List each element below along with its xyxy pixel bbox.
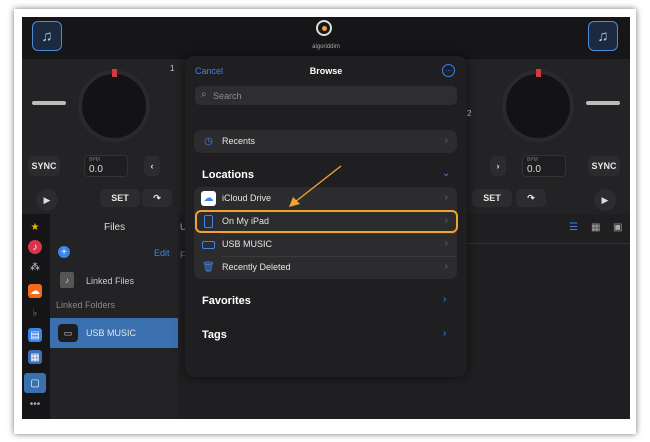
location-label: USB MUSIC — [222, 239, 273, 249]
chevron-right-icon[interactable]: › — [443, 328, 446, 339]
chevron-right-icon: › — [444, 192, 448, 203]
right-music-button[interactable]: ♫ — [588, 21, 618, 51]
play-icon: ▶ — [601, 194, 609, 205]
record-logo-icon — [316, 20, 332, 36]
star-icon[interactable]: ★ — [28, 220, 42, 234]
chevron-right-icon: › — [444, 135, 448, 146]
files-header: Files — [104, 222, 126, 233]
annotation-arrow-icon — [289, 165, 342, 207]
search-icon: ⌕ — [201, 89, 207, 100]
files-pane: Files + Edit ♪ Linked Files Linked Folde… — [50, 214, 178, 419]
left-play-button[interactable]: ▶ — [36, 189, 58, 211]
add-icon[interactable]: + — [58, 246, 70, 258]
folder-source-icon[interactable]: ▢ — [24, 373, 46, 393]
search-field[interactable]: ⌕ Search — [195, 86, 457, 105]
clock-icon: ◷ — [204, 136, 213, 147]
right-platter-marker — [536, 69, 541, 77]
favorites-header[interactable]: Favorites — [202, 295, 251, 307]
linked-folders-header: Linked Folders — [56, 300, 116, 310]
drive-icon — [201, 237, 216, 252]
chevron-left-icon: ‹ — [150, 161, 154, 171]
right-bpm-display: BPM 0.0 — [522, 155, 566, 177]
chevron-right-icon: › — [444, 238, 448, 249]
video-icon[interactable]: ▦ — [28, 350, 42, 364]
play-icon: ▶ — [43, 194, 51, 205]
right-nudge-forward-button[interactable]: › — [490, 156, 506, 176]
chevron-right-icon: › — [496, 161, 500, 171]
panel-view-icon[interactable]: ▣ — [613, 222, 622, 233]
beatport-icon[interactable]: ♭ — [28, 306, 42, 320]
right-bpm-label: BPM — [527, 157, 538, 163]
library-divider — [468, 243, 630, 244]
right-sync-button[interactable]: SYNC — [588, 156, 620, 176]
left-platter-marker — [112, 69, 117, 77]
left-nudge-back-button[interactable]: ‹ — [144, 156, 160, 176]
right-pitch-slider[interactable] — [586, 101, 620, 105]
files-app-icon[interactable]: ▤ — [28, 328, 42, 342]
left-bpm-label: BPM — [89, 157, 100, 163]
more-icon[interactable]: ••• — [28, 397, 42, 411]
folder-icon: ▭ — [58, 324, 78, 342]
sheet-title: Browse — [309, 66, 343, 76]
ipad-screen: ♫ ♫ algoriddim 1 SYNC BPM 0.0 ‹ ▶ SET ↷ … — [22, 17, 630, 419]
left-music-button[interactable]: ♫ — [32, 21, 62, 51]
search-placeholder: Search — [213, 91, 242, 101]
location-label: iCloud Drive — [222, 193, 272, 203]
list-view-icon[interactable]: ☰ — [569, 222, 578, 233]
left-pitch-marker: 1 — [170, 64, 175, 73]
location-label: Recently Deleted — [222, 262, 291, 272]
left-bpm-value: 0.0 — [89, 164, 103, 175]
sheet-header: Cancel Browse ⋯ — [185, 56, 467, 86]
chevron-right-icon: › — [444, 261, 448, 272]
redo-arrow-icon: ↷ — [153, 192, 161, 203]
left-platter[interactable] — [78, 70, 150, 142]
tidal-icon[interactable]: ⁂ — [28, 260, 42, 274]
left-set-button[interactable]: SET — [100, 189, 140, 207]
music-app-icon[interactable]: ♪ — [28, 240, 42, 254]
music-note-icon: ♫ — [41, 27, 53, 45]
brand-logo-text: algoriddim — [312, 44, 340, 50]
left-pitch-slider[interactable] — [32, 101, 66, 105]
left-bpm-display: BPM 0.0 — [84, 155, 128, 177]
left-sync-button[interactable]: SYNC — [28, 156, 60, 176]
location-row-deleted[interactable]: 🗑︎ Recently Deleted › — [194, 256, 457, 279]
edit-button[interactable]: Edit — [154, 248, 170, 258]
cloud-icon: ☁ — [201, 191, 216, 206]
grid-view-icon[interactable]: ▦ — [591, 222, 600, 233]
trash-icon: 🗑︎ — [202, 262, 215, 273]
chevron-down-icon[interactable]: ⌄ — [442, 168, 450, 179]
redo-arrow-icon: ↷ — [527, 192, 535, 203]
linked-files-item[interactable]: Linked Files — [86, 276, 134, 286]
right-bpm-value: 0.0 — [527, 164, 541, 175]
right-platter[interactable] — [502, 70, 574, 142]
recents-group: ◷ Recents › — [194, 130, 457, 153]
right-loop-button[interactable]: ↷ — [516, 189, 546, 207]
soundcloud-icon[interactable]: ☁ — [28, 284, 42, 298]
left-loop-button[interactable]: ↷ — [142, 189, 172, 207]
linked-file-icon: ♪ — [60, 272, 74, 288]
more-options-icon[interactable]: ⋯ — [442, 64, 455, 77]
music-note-icon: ♫ — [597, 27, 609, 45]
selected-folder-row[interactable]: ▭ USB MUSIC — [50, 318, 178, 348]
selected-folder-label: USB MUSIC — [86, 328, 137, 338]
right-set-button[interactable]: SET — [472, 189, 512, 207]
right-pitch-marker: 2 — [467, 109, 472, 118]
library-source-bar: ★ ♪ ⁂ ☁ ♭ ▤ ▦ ▢ ••• — [22, 214, 50, 419]
location-row-usb[interactable]: USB MUSIC › — [194, 233, 457, 256]
chevron-right-icon[interactable]: › — [443, 294, 446, 305]
recents-label: Recents — [222, 136, 256, 146]
browse-sheet: Cancel Browse ⋯ ⌕ Search ◷ Recents › Loc… — [185, 56, 467, 377]
recents-row[interactable]: ◷ Recents › — [194, 130, 457, 153]
tags-header[interactable]: Tags — [202, 329, 227, 341]
right-play-button[interactable]: ▶ — [594, 189, 616, 211]
locations-header: Locations — [202, 169, 254, 181]
